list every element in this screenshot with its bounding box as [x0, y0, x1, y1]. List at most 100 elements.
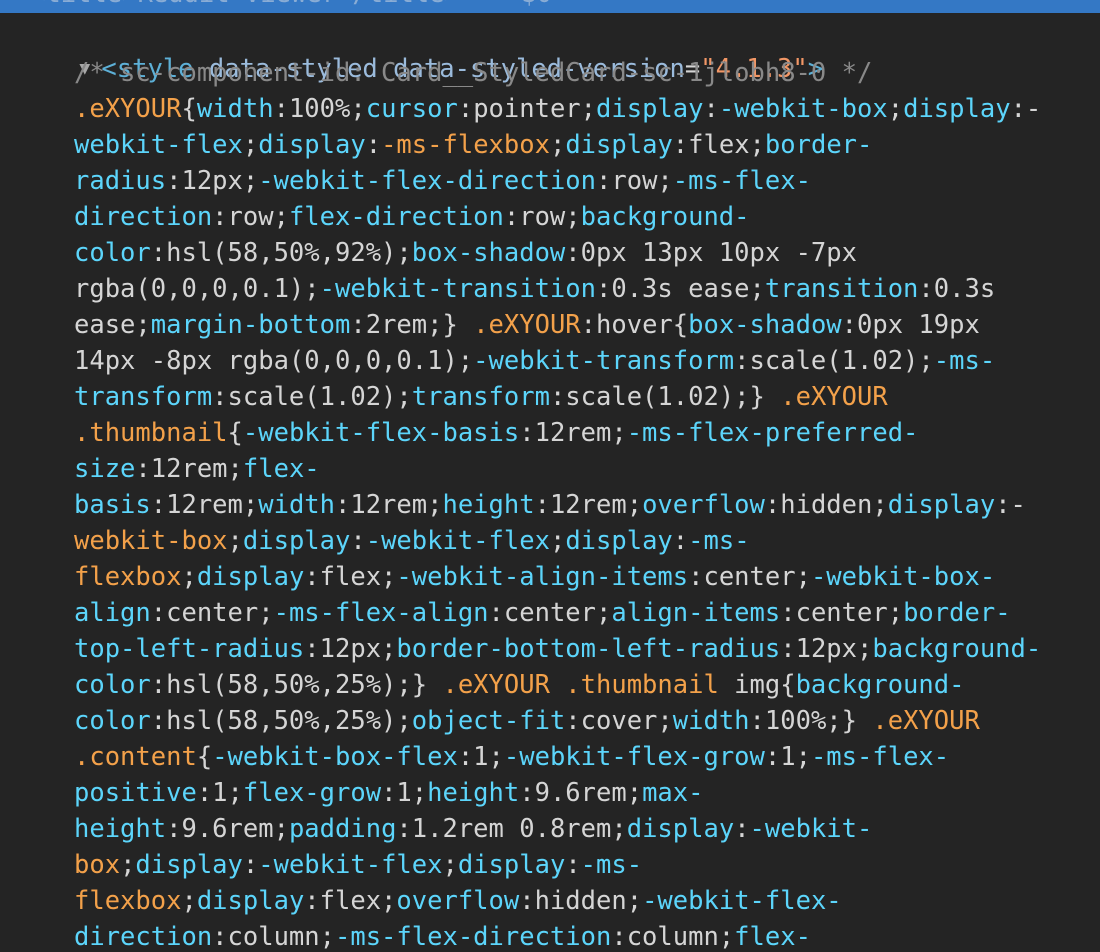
css-value: ; — [120, 850, 136, 880]
css-value: :scale(1.02);} — [549, 382, 781, 412]
css-property: display — [457, 850, 566, 880]
css-property: -ms- — [688, 526, 750, 556]
css-property: flex- — [242, 454, 320, 484]
css-property: align — [74, 598, 151, 628]
code-line: ease;margin-bottom:2rem;} .eXYOUR:hover{… — [74, 307, 1100, 343]
css-property: display — [596, 94, 704, 124]
css-selector: box — [74, 850, 121, 880]
css-property: -webkit-flex-direction — [258, 166, 597, 196]
css-property: align-items — [611, 598, 781, 628]
css-value: :center; — [780, 598, 904, 628]
code-line: radius:12px;-webkit-flex-direction:row;-… — [74, 163, 1100, 199]
css-value: :0.3s ease; — [595, 274, 765, 304]
css-property: padding — [288, 814, 397, 844]
css-selector: .thumbnail — [74, 418, 228, 448]
css-value: :center; — [150, 598, 274, 628]
css-property: -webkit-box- — [810, 562, 996, 592]
code-line: flexbox;display:flex;overflow:hidden;-we… — [74, 883, 1100, 919]
css-property: display — [135, 850, 243, 880]
css-property: flex-grow — [242, 778, 382, 808]
css-value: :hover{ — [580, 310, 689, 340]
css-selector: -ms-flexbox — [381, 130, 550, 160]
css-value: :hidden; — [764, 490, 888, 520]
css-value: :center; — [488, 598, 612, 628]
css-value: :pointer; — [457, 94, 597, 124]
code-line: box;display:-webkit-flex;display:-ms- — [74, 847, 1100, 883]
css-property: -webkit- — [749, 814, 873, 844]
css-selector: webkit-box — [74, 526, 228, 556]
css-value: :row; — [596, 166, 673, 196]
css-property: direction — [74, 202, 213, 232]
css-value: ; — [242, 130, 259, 160]
css-property: border-bottom-left-radius — [396, 634, 781, 664]
code-line: align:center;-ms-flex-align:center;align… — [74, 595, 1100, 631]
css-property: top-left-radius — [74, 634, 305, 664]
code-line: webkit-flex;display:-ms-flexbox;display:… — [74, 127, 1100, 163]
css-value: :hsl(58,50%,25%); — [150, 706, 412, 736]
css-selector: .eXYOUR — [74, 94, 182, 124]
css-value: :hsl(58,50%,92%); — [150, 238, 412, 268]
css-property: positive — [74, 778, 197, 808]
css-value: : — [350, 526, 366, 556]
css-value: :row; — [212, 202, 289, 232]
css-property: -webkit-transform — [473, 346, 735, 376]
css-value: ; — [227, 526, 243, 556]
code-line: positive:1;flex-grow:1;height:9.6rem;max… — [74, 775, 1100, 811]
code-line: .eXYOUR{width:100%;cursor:pointer;displa… — [74, 91, 1100, 127]
css-selector: .content — [74, 742, 197, 772]
css-value: :1; — [764, 742, 811, 772]
css-value: ; — [887, 94, 904, 124]
css-value: :12rem; — [150, 490, 259, 520]
css-value: :- — [995, 490, 1026, 520]
css-value: ease; — [74, 310, 151, 340]
css-property: transform — [74, 382, 213, 412]
css-value: :scale(1.02); — [734, 346, 934, 376]
css-property: -ms-flex- — [672, 166, 811, 196]
css-value: :12px; — [304, 634, 397, 664]
css-property: -ms-flex-direction — [335, 922, 612, 952]
css-selector: .eXYOUR — [872, 706, 980, 736]
code-line: 14px -8px rgba(0,0,0,0.1);-webkit-transf… — [74, 343, 1100, 379]
css-property: direction — [74, 922, 213, 952]
selected-dom-node-row[interactable]: <title>Reddit Viewer</title> == $0 — [0, 0, 1100, 13]
css-value: :12px; — [780, 634, 873, 664]
code-line: webkit-box;display:-webkit-flex;display:… — [74, 523, 1100, 559]
css-comment: /* sc-component-id: Card__StyledCard-sc-… — [74, 58, 873, 88]
css-property: display — [258, 130, 366, 160]
css-property: -webkit-flex — [258, 850, 443, 880]
code-line: flexbox;display:flex;-webkit-align-items… — [74, 559, 1100, 595]
css-value: :12rem; — [335, 490, 443, 520]
css-value: ; — [181, 562, 197, 592]
css-value: :100%;} — [749, 706, 873, 736]
css-property: -webkit-align-items — [396, 562, 689, 592]
css-value: :1; — [457, 742, 504, 772]
css-property: width — [258, 490, 335, 520]
css-property: flex-direction — [288, 202, 504, 232]
css-property: -webkit-flex — [365, 526, 550, 556]
css-value: :cover; — [565, 706, 673, 736]
css-property: box-shadow — [688, 310, 842, 340]
code-line: transform:scale(1.02);transform:scale(1.… — [74, 379, 1100, 415]
css-selector: .eXYOUR .thumbnail — [442, 670, 719, 700]
css-value: : — [703, 94, 719, 124]
code-line: .thumbnail{-webkit-flex-basis:12rem;-ms-… — [74, 415, 1100, 451]
css-property: transform — [411, 382, 550, 412]
selected-node-text: <title>Reddit Viewer</title> == $0 — [30, 0, 552, 12]
css-property: -webkit-flex-grow — [503, 742, 765, 772]
css-value: :hidden; — [519, 886, 643, 916]
css-value: :1.2rem 0.8rem; — [396, 814, 627, 844]
css-property: width — [196, 94, 274, 124]
css-value: :hsl(58,50%,25%);} — [150, 670, 443, 700]
code-line: direction:row;flex-direction:row;backgro… — [74, 199, 1100, 235]
css-selector: flexbox — [74, 886, 182, 916]
devtools-elements-panel: <title>Reddit Viewer</title> == $0 ▼<sty… — [0, 0, 1100, 952]
css-property: height — [74, 814, 167, 844]
css-value: :12rem; — [519, 418, 627, 448]
css-property: webkit-flex — [74, 130, 243, 160]
css-property: background- — [580, 202, 750, 232]
css-selector: .eXYOUR — [473, 310, 581, 340]
css-value: { — [181, 94, 197, 124]
css-property: cursor — [365, 94, 458, 124]
css-value: :2rem;} — [350, 310, 474, 340]
style-element-node[interactable]: ▼ <style data-styled data-styled-version=… — [0, 15, 823, 84]
